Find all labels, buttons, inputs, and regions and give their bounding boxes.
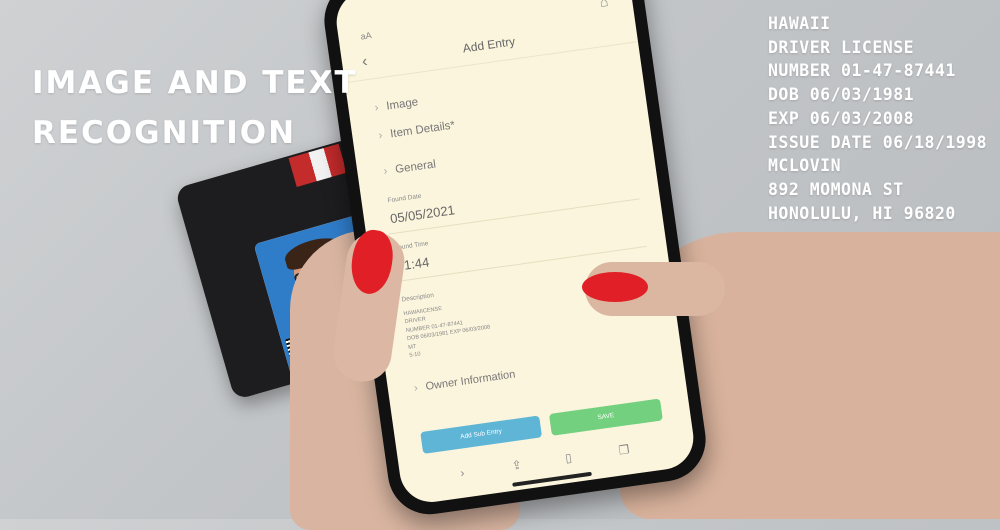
description-textarea[interactable]: HAWAIICENSE DRIVER NUMBER 01-47-87441 DO… xyxy=(403,299,493,361)
share-icon[interactable]: ⇪ xyxy=(511,457,523,472)
recognized-text-line: HAWAII xyxy=(768,14,831,33)
chevron-right-icon: › xyxy=(373,101,380,115)
recognized-text-line: 892 MOMONA ST xyxy=(768,179,904,199)
section-item-details[interactable]: › Item Details* xyxy=(378,119,456,142)
add-sub-entry-button[interactable]: Add Sub Entry xyxy=(420,415,543,454)
forward-icon[interactable]: › xyxy=(459,465,465,479)
book-icon[interactable]: ▯ xyxy=(564,450,572,465)
description-label: Description xyxy=(401,291,435,304)
recognized-text-line: DOB 06/03/1981 xyxy=(768,85,915,105)
recognized-text-line: MCLOVIN xyxy=(768,156,842,176)
recognized-text-overlay: HAWAII DRIVER LICENSE NUMBER 01-47-87441… xyxy=(768,12,987,225)
headline-line-1: IMAGE AND TEXT xyxy=(32,65,358,101)
recognized-text-line: HONOLULU, HI 96820 xyxy=(768,203,956,223)
section-owner-information-label: Owner Information xyxy=(424,368,517,393)
section-owner-information[interactable]: › Owner Information xyxy=(413,368,516,394)
found-date-field[interactable]: 05/05/2021 xyxy=(389,202,456,226)
recognized-text-line: DRIVER LICENSE xyxy=(768,37,915,57)
section-image[interactable]: › Image xyxy=(374,96,419,114)
text-size-control[interactable]: aA xyxy=(360,30,372,41)
chevron-right-icon: › xyxy=(382,165,389,178)
section-general-label: General xyxy=(394,158,437,177)
tabs-icon[interactable]: ❐ xyxy=(618,442,631,457)
section-image-label: Image xyxy=(385,96,419,113)
chevron-right-icon: › xyxy=(413,382,419,395)
headline-line-2: RECOGNITION xyxy=(32,115,297,151)
found-date-label: Found Date xyxy=(387,192,422,205)
home-icon[interactable]: ⌂ xyxy=(599,0,610,10)
recognized-text-line: EXP 06/03/2008 xyxy=(768,108,915,128)
chevron-right-icon: › xyxy=(377,129,384,143)
section-general[interactable]: › General xyxy=(383,158,437,177)
section-item-details-label: Item Details* xyxy=(389,119,456,141)
save-button[interactable]: SAVE xyxy=(548,398,663,436)
recognized-text-line: ISSUE DATE 06/18/1998 xyxy=(768,132,988,152)
headline: IMAGE AND TEXT RECOGNITION xyxy=(32,58,358,158)
right-fingernail xyxy=(582,272,648,302)
recognized-text-line: NUMBER 01-47-87441 xyxy=(768,61,956,81)
page-title: Add Entry xyxy=(340,7,639,84)
